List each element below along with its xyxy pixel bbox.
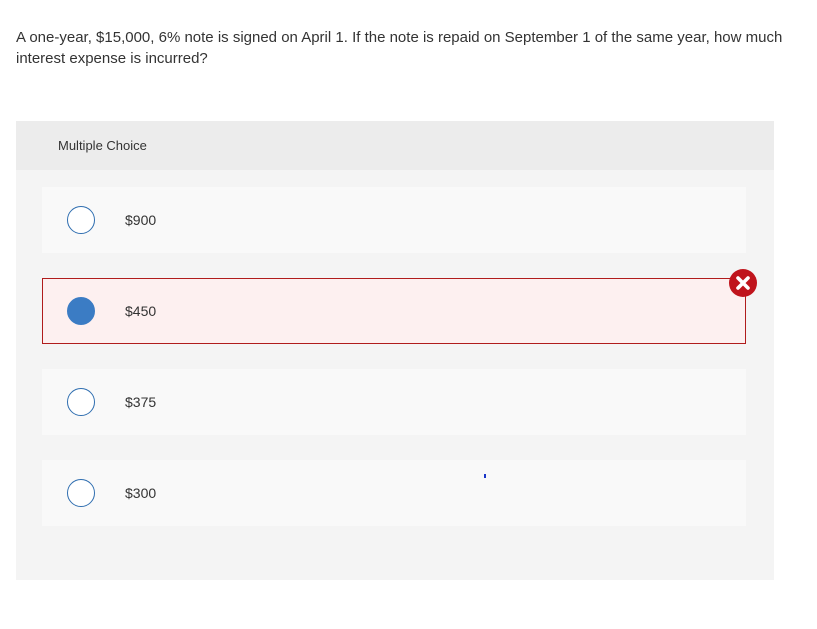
answer-option-2[interactable]: $450 bbox=[42, 278, 746, 344]
answer-option-3[interactable]: $375 bbox=[42, 369, 746, 435]
answer-option-label: $450 bbox=[125, 303, 157, 319]
x-circle-icon bbox=[729, 269, 757, 297]
answer-option-label: $900 bbox=[125, 212, 157, 228]
multiple-choice-panel: Multiple Choice $900 $450 $375 $300 bbox=[16, 121, 774, 580]
cursor-mark bbox=[484, 474, 486, 478]
radio-button[interactable] bbox=[67, 388, 95, 416]
radio-button[interactable] bbox=[67, 206, 95, 234]
multiple-choice-header: Multiple Choice bbox=[16, 121, 774, 170]
answer-option-label: $375 bbox=[125, 394, 157, 410]
answer-option-4[interactable]: $300 bbox=[42, 460, 746, 526]
answer-option-label: $300 bbox=[125, 485, 157, 501]
answer-option-1[interactable]: $900 bbox=[42, 187, 746, 253]
radio-button-selected[interactable] bbox=[67, 297, 95, 325]
radio-button[interactable] bbox=[67, 479, 95, 507]
multiple-choice-label: Multiple Choice bbox=[58, 138, 147, 153]
question-text: A one-year, $15,000, 6% note is signed o… bbox=[16, 29, 783, 67]
